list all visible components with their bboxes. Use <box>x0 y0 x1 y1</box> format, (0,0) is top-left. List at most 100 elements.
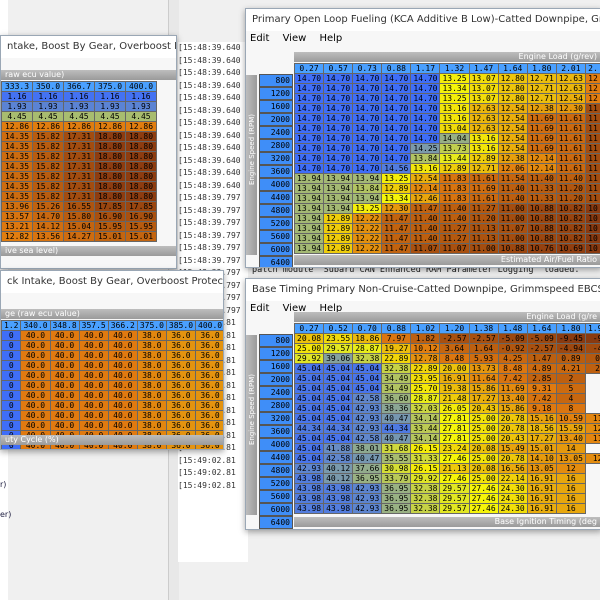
table-cell[interactable]: 11.47 <box>381 213 412 224</box>
table-cell[interactable]: 11.61 <box>555 123 586 134</box>
table-cell[interactable]: 24.30 <box>497 493 528 504</box>
column-header[interactable]: 2. <box>584 63 600 74</box>
table-cell[interactable]: 21.13 <box>439 463 470 474</box>
table-cell[interactable]: 42.93 <box>352 423 383 434</box>
table-cell[interactable]: 45.04 <box>293 443 325 454</box>
table-cell[interactable]: 10 <box>584 203 600 214</box>
table-cell[interactable]: 16.91 <box>526 493 557 504</box>
table-cell[interactable]: 12.14 <box>410 183 441 194</box>
table-cell[interactable]: 32.38 <box>410 503 441 514</box>
table-cell[interactable]: 14.70 <box>352 103 383 114</box>
table-cell[interactable]: 15.26 <box>32 201 64 212</box>
table-cell[interactable]: 32.38 <box>410 483 441 494</box>
table-cell[interactable]: 10.82 <box>555 203 586 214</box>
table-cell[interactable]: 45.04 <box>323 363 354 374</box>
table-cell[interactable]: 17.85 <box>94 201 126 212</box>
table-cell[interactable]: 11.40 <box>555 173 586 184</box>
table-cell[interactable]: 45.04 <box>293 393 325 404</box>
table-cell[interactable]: 13.40 <box>555 433 586 444</box>
table-cell[interactable]: 15.86 <box>468 383 499 394</box>
table-cell[interactable]: 12.86 <box>125 121 157 132</box>
table-cell[interactable]: 38.0 <box>136 330 167 341</box>
table-cell[interactable]: 40.0 <box>20 380 51 391</box>
menu-edit[interactable]: Edit <box>250 33 269 44</box>
table-cell[interactable]: 12.71 <box>526 73 557 84</box>
table-cell[interactable]: 13.07 <box>468 73 499 84</box>
table-cell[interactable]: 16.91 <box>526 483 557 494</box>
table-cell[interactable]: 14.70 <box>410 113 441 124</box>
table-cell[interactable]: 18.80 <box>125 181 157 192</box>
table-cell[interactable]: 13.05 <box>555 453 586 464</box>
column-header[interactable]: 1.92 <box>584 323 600 334</box>
table-cell[interactable]: 25.00 <box>468 413 499 424</box>
table-cell[interactable]: 34.49 <box>381 383 412 394</box>
table-cell[interactable]: 36.95 <box>381 493 412 504</box>
table-cell[interactable]: 12.30 <box>381 203 412 214</box>
table-cell[interactable]: -4.94 <box>555 343 586 354</box>
table-cell[interactable]: 11.69 <box>497 383 528 394</box>
column-header[interactable]: 1.80 <box>526 63 557 74</box>
table-cell[interactable]: 25.00 <box>468 473 499 484</box>
table-cell[interactable]: 12.22 <box>352 213 383 224</box>
table-cell[interactable]: 11.20 <box>555 183 586 194</box>
table-cell[interactable]: 11.07 <box>439 243 470 254</box>
table-cell[interactable]: 38.0 <box>136 390 167 401</box>
table-cell[interactable]: 12.63 <box>555 73 586 84</box>
table-cell[interactable]: 12.54 <box>497 123 528 134</box>
table-cell[interactable]: 27.81 <box>439 433 470 444</box>
table-cell[interactable]: 40.47 <box>381 413 412 424</box>
table-cell[interactable]: 36.0 <box>195 360 223 371</box>
table-cell[interactable]: 40.0 <box>49 360 80 371</box>
table-cell[interactable]: 34.14 <box>410 413 441 424</box>
table-cell[interactable]: 17.31 <box>63 131 95 142</box>
table-cell[interactable]: 12.54 <box>410 173 441 184</box>
table-cell[interactable]: 11.40 <box>439 213 470 224</box>
table-cell[interactable]: 0 <box>1 350 22 361</box>
table-cell[interactable]: 38.36 <box>381 403 412 414</box>
table-cell[interactable]: 32.38 <box>410 493 441 504</box>
table-cell[interactable]: 36.0 <box>195 400 223 411</box>
table-cell[interactable]: 11.61 <box>555 163 586 174</box>
table-cell[interactable]: 18.80 <box>125 171 157 182</box>
table-cell[interactable]: 12.22 <box>352 223 383 234</box>
table-cell[interactable]: 0 <box>584 353 600 364</box>
table-cell[interactable]: 12.86 <box>32 121 64 132</box>
table-cell[interactable]: 11.07 <box>410 243 441 254</box>
table-cell[interactable]: 45.04 <box>293 413 325 424</box>
table-cell[interactable]: 36.0 <box>165 380 197 391</box>
table-cell[interactable]: 36.0 <box>195 370 223 381</box>
table-cell[interactable]: 45.04 <box>323 413 354 424</box>
table-cell[interactable]: 14.70 <box>293 93 325 104</box>
table-cell[interactable]: 26.15 <box>410 463 441 474</box>
table-cell[interactable]: 16 <box>555 473 586 484</box>
table-cell[interactable]: 12 <box>584 83 600 94</box>
table-cell[interactable]: 36.0 <box>165 340 197 351</box>
table-cell[interactable]: 8.48 <box>439 353 470 364</box>
table-cell[interactable]: 12.46 <box>410 193 441 204</box>
table-cell[interactable]: 1.16 <box>125 91 157 102</box>
table-cell[interactable]: 17.27 <box>468 393 499 404</box>
column-header[interactable]: 1.32 <box>439 63 470 74</box>
table-cell[interactable]: 11.47 <box>381 243 412 254</box>
table-cell[interactable]: 38.0 <box>136 340 167 351</box>
table-cell[interactable]: 11.61 <box>555 113 586 124</box>
table-cell[interactable]: 10 <box>584 213 600 224</box>
table-cell[interactable]: 11.69 <box>468 183 499 194</box>
table-cell[interactable]: 40.0 <box>20 390 51 401</box>
table-cell[interactable]: 20.08 <box>468 443 499 454</box>
table-cell[interactable]: 18.80 <box>94 131 126 142</box>
table-cell[interactable]: 13.94 <box>352 193 383 204</box>
table-cell[interactable]: 29.57 <box>439 483 470 494</box>
table-cell[interactable]: 43.98 <box>323 483 354 494</box>
table-cell[interactable]: 28.87 <box>410 393 441 404</box>
table-cell[interactable]: 4.45 <box>94 111 126 122</box>
menu-edit[interactable]: Edit <box>250 303 269 314</box>
table-cell[interactable]: 12.54 <box>497 143 528 154</box>
table-cell[interactable]: 18.80 <box>94 151 126 162</box>
left-link-text[interactable]: r) <box>0 480 6 489</box>
table-cell[interactable]: 17.31 <box>63 171 95 182</box>
table-cell[interactable]: 15.86 <box>497 403 528 414</box>
table-cell[interactable]: 15.04 <box>63 221 95 232</box>
table-cell[interactable]: 14.70 <box>323 83 354 94</box>
table-cell[interactable]: 37.66 <box>352 463 383 474</box>
